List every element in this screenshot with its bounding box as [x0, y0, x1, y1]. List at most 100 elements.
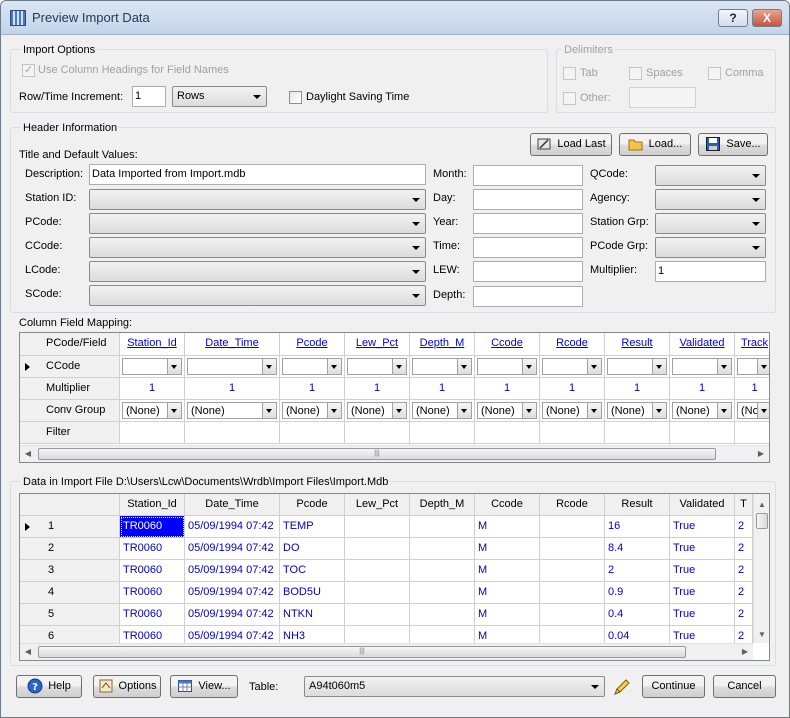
- options-button[interactable]: Options: [93, 675, 161, 698]
- ccode-select[interactable]: [122, 358, 182, 375]
- year-input[interactable]: [473, 213, 583, 234]
- multiplier-cell[interactable]: 1: [410, 378, 475, 400]
- data-cell[interactable]: [540, 604, 605, 626]
- data-cell[interactable]: 2: [735, 516, 753, 538]
- import-data-grid[interactable]: Station_Id Date_Time Pcode Lew_Pct Depth_M Cc…: [19, 493, 770, 661]
- filter-cell[interactable]: [410, 422, 475, 444]
- chevron-down-icon[interactable]: [522, 403, 536, 418]
- filter-cell[interactable]: [605, 422, 670, 444]
- data-cell[interactable]: True: [670, 604, 735, 626]
- scroll-left-icon[interactable]: ◀: [20, 644, 36, 660]
- data-cell[interactable]: 2: [735, 538, 753, 560]
- data-cell[interactable]: 0.9: [605, 582, 670, 604]
- ccode-select[interactable]: [282, 358, 342, 375]
- increment-unit-dropdown[interactable]: Rows: [172, 86, 267, 107]
- mapping-column-header[interactable]: Pcode: [280, 333, 345, 356]
- data-cell[interactable]: 05/09/1994 07:42: [185, 538, 280, 560]
- data-cell[interactable]: BOD5U: [280, 582, 345, 604]
- spaces-delimiter-checkbox[interactable]: [629, 67, 642, 80]
- data-cell[interactable]: [410, 560, 475, 582]
- pcode-grp-dropdown[interactable]: [655, 237, 766, 258]
- other-delimiter-checkbox[interactable]: [563, 92, 576, 105]
- dst-checkbox[interactable]: [289, 91, 302, 104]
- conv-group-select[interactable]: (None): [542, 402, 602, 419]
- data-cell[interactable]: [345, 516, 410, 538]
- chevron-down-icon[interactable]: [717, 359, 731, 374]
- conv-group-select[interactable]: (None): [122, 402, 182, 419]
- conv-group-select[interactable]: (None): [607, 402, 667, 419]
- conv-group-cell[interactable]: (None): [605, 400, 670, 422]
- filter-cell[interactable]: [475, 422, 540, 444]
- ccode-dropdown[interactable]: [89, 237, 426, 258]
- chevron-down-icon[interactable]: [167, 403, 181, 418]
- conv-group-select[interactable]: (None): [187, 402, 277, 419]
- conv-group-select[interactable]: (None): [347, 402, 407, 419]
- data-column-header[interactable]: Validated: [670, 494, 735, 516]
- data-column-header[interactable]: Station_Id: [120, 494, 185, 516]
- data-cell[interactable]: 05/09/1994 07:42: [185, 582, 280, 604]
- data-cell[interactable]: TR0060: [120, 538, 185, 560]
- data-hscrollbar[interactable]: ◀ ▶ |||: [20, 643, 753, 660]
- multiplier-cell[interactable]: 1: [185, 378, 280, 400]
- ccode-cell[interactable]: [185, 356, 280, 378]
- pcode-dropdown[interactable]: [89, 213, 426, 234]
- ccode-select[interactable]: [477, 358, 537, 375]
- multiplier-input[interactable]: 1: [655, 261, 766, 282]
- data-cell[interactable]: 0.4: [605, 604, 670, 626]
- conv-group-cell[interactable]: (None): [280, 400, 345, 422]
- chevron-down-icon[interactable]: [262, 359, 276, 374]
- scroll-up-icon[interactable]: ▲: [754, 497, 769, 513]
- continue-button[interactable]: Continue: [642, 675, 705, 698]
- data-cell[interactable]: 05/09/1994 07:42: [185, 560, 280, 582]
- data-cell[interactable]: TR0060: [120, 516, 185, 538]
- data-cell[interactable]: 2: [605, 560, 670, 582]
- data-column-header[interactable]: Depth_M: [410, 494, 475, 516]
- conv-group-cell[interactable]: (None): [540, 400, 605, 422]
- chevron-down-icon[interactable]: [652, 359, 666, 374]
- data-column-header[interactable]: Lew_Pct: [345, 494, 410, 516]
- chevron-down-icon[interactable]: [587, 403, 601, 418]
- data-cell[interactable]: [345, 582, 410, 604]
- save-button[interactable]: Save...: [698, 133, 768, 156]
- chevron-down-icon[interactable]: [587, 359, 601, 374]
- data-cell[interactable]: DO: [280, 538, 345, 560]
- data-column-header[interactable]: Pcode: [280, 494, 345, 516]
- use-headings-checkbox[interactable]: [22, 63, 35, 77]
- data-column-header[interactable]: Rcode: [540, 494, 605, 516]
- depth-input[interactable]: [473, 286, 583, 307]
- description-input[interactable]: Data Imported from Import.mdb: [89, 164, 426, 185]
- multiplier-cell[interactable]: 1: [345, 378, 410, 400]
- chevron-down-icon[interactable]: [522, 359, 536, 374]
- chevron-down-icon[interactable]: [652, 403, 666, 418]
- data-cell[interactable]: [410, 516, 475, 538]
- data-cell[interactable]: 8.4: [605, 538, 670, 560]
- row-time-input[interactable]: 1: [132, 86, 166, 107]
- data-vscrollbar[interactable]: ▲ ▼: [753, 494, 769, 643]
- other-delimiter-input[interactable]: [629, 87, 696, 108]
- data-cell[interactable]: TOC: [280, 560, 345, 582]
- data-cell[interactable]: M: [475, 582, 540, 604]
- ccode-cell[interactable]: [120, 356, 185, 378]
- mapping-column-header[interactable]: Depth_M: [410, 333, 475, 356]
- conv-group-cell[interactable]: (None): [670, 400, 735, 422]
- data-cell[interactable]: TR0060: [120, 604, 185, 626]
- filter-cell[interactable]: [185, 422, 280, 444]
- chevron-down-icon[interactable]: [757, 359, 769, 374]
- chevron-down-icon[interactable]: [327, 359, 341, 374]
- data-cell[interactable]: M: [475, 560, 540, 582]
- ccode-select[interactable]: [412, 358, 472, 375]
- filter-cell[interactable]: [540, 422, 605, 444]
- mapping-column-header[interactable]: Result: [605, 333, 670, 356]
- help-button[interactable]: ? Help: [16, 675, 82, 698]
- column-mapping-grid[interactable]: PCode/Field CCode Multiplier Conv Group Filt…: [19, 332, 770, 463]
- mapping-column-header[interactable]: Track: [735, 333, 769, 356]
- chevron-down-icon[interactable]: [457, 359, 471, 374]
- view-button[interactable]: View...: [170, 675, 238, 698]
- data-cell[interactable]: [345, 560, 410, 582]
- conv-group-cell[interactable]: (None): [120, 400, 185, 422]
- mapping-hscrollbar[interactable]: ◀ ▶ |||: [20, 445, 769, 462]
- lcode-dropdown[interactable]: [89, 261, 426, 282]
- data-cell[interactable]: [410, 582, 475, 604]
- data-cell[interactable]: [410, 538, 475, 560]
- table-dropdown[interactable]: A94t060m5: [304, 676, 605, 697]
